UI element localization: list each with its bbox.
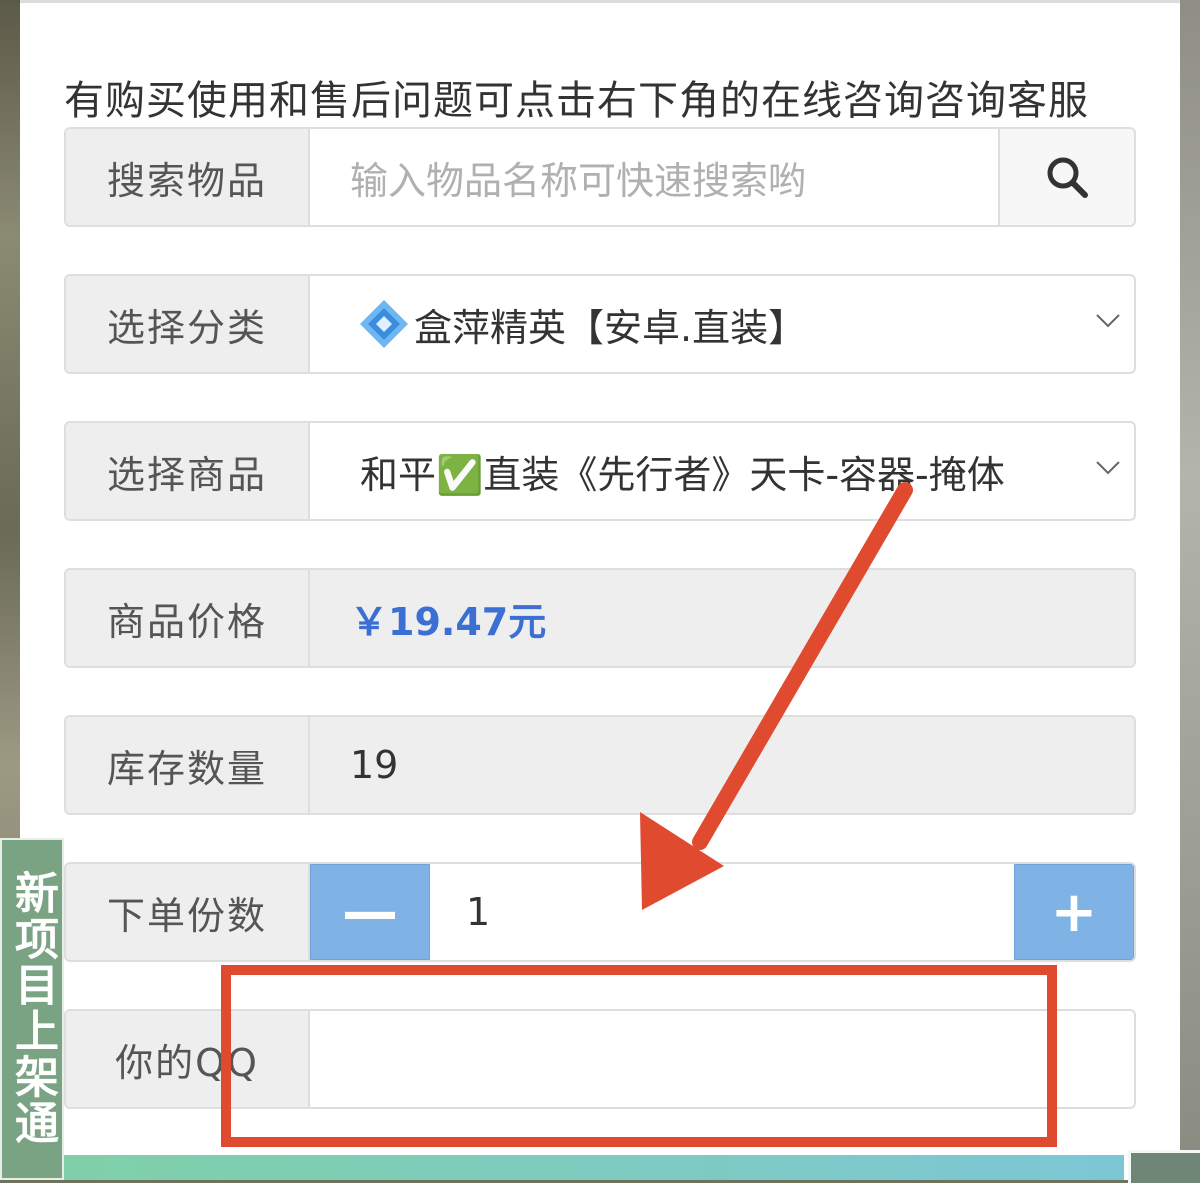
new-project-side-tag[interactable]: 新项目上架通 [0,838,64,1180]
quantity-decrement-button[interactable]: — [310,864,430,960]
notice-text: 有购买使用和售后问题可点击右下角的在线咨询咨询客服 [64,78,1089,124]
quantity-row: 下单份数 — 1 + [64,862,1136,962]
quantity-input[interactable]: 1 [430,864,1014,960]
price-field: ￥19.47元 [310,570,1134,666]
qq-input[interactable] [310,1011,1134,1107]
product-row: 选择商品 和平✅直装《先行者》天卡-容器-掩体 [64,421,1136,521]
online-consult-widget-edge[interactable] [1128,1150,1200,1183]
chevron-down-icon [1096,314,1120,328]
search-row: 搜索物品 输入物品名称可快速搜索哟 [64,127,1136,227]
product-label: 选择商品 [66,423,310,519]
stock-row: 库存数量 19 [64,715,1136,815]
minus-icon: — [342,879,398,945]
background-right [1180,0,1200,1180]
search-input[interactable]: 输入物品名称可快速搜索哟 [310,129,998,225]
product-selected: 和平✅直装《先行者》天卡-容器-掩体 [360,452,1005,497]
category-row: 选择分类 盒萍精英【安卓.直装】 [64,274,1136,374]
search-label: 搜索物品 [66,129,310,225]
price-label: 商品价格 [66,570,310,666]
search-placeholder: 输入物品名称可快速搜索哟 [350,158,807,203]
price-value: ￥19.47元 [350,599,547,644]
side-tag-text: 新项目上架通 [7,870,58,1146]
stock-value: 19 [350,743,399,787]
quantity-value: 1 [466,890,491,934]
qq-label: 你的QQ [66,1011,310,1107]
search-icon [1047,157,1088,198]
qq-row: 你的QQ [64,1009,1136,1109]
category-selected: 盒萍精英【安卓.直装】 [414,305,807,350]
product-select[interactable]: 和平✅直装《先行者》天卡-容器-掩体 [310,423,1134,519]
category-select[interactable]: 盒萍精英【安卓.直装】 [310,276,1134,372]
search-button[interactable] [998,129,1134,225]
stock-label: 库存数量 [66,717,310,813]
quantity-increment-button[interactable]: + [1014,864,1134,960]
diamond-icon [360,300,408,348]
plus-icon: + [1050,879,1098,945]
chevron-down-icon [1096,461,1120,475]
submit-bar-edge[interactable] [64,1155,1124,1180]
quantity-label: 下单份数 [66,864,310,960]
price-row: 商品价格 ￥19.47元 [64,568,1136,668]
category-label: 选择分类 [66,276,310,372]
stock-field: 19 [310,717,1134,813]
